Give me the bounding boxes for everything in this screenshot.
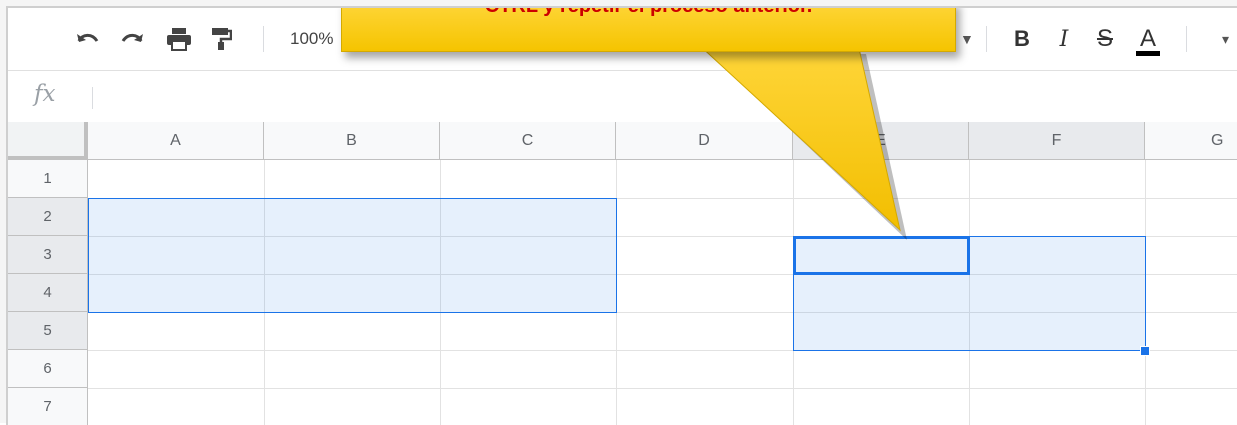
sheet-grid: A B C D E F G 1 2 3 4 5 6 7 [8,122,1237,425]
column-header-d[interactable]: D [616,122,793,160]
row-header-1[interactable]: 1 [8,160,88,198]
screenshot-frame: 100% ▼ B I S A ▾ fx A B C D E F G 1 2 3 … [0,0,1237,425]
row-header-6[interactable]: 6 [8,350,88,388]
undo-icon[interactable] [72,24,104,54]
spreadsheet-app: 100% ▼ B I S A ▾ fx A B C D E F G 1 2 3 … [6,6,1237,425]
strikethrough-button[interactable]: S [1091,24,1119,54]
text-color-swatch [1136,51,1160,56]
chevron-down-icon[interactable]: ▼ [960,24,974,54]
text-color-label: A [1139,25,1156,52]
text-color-button[interactable]: A [1133,24,1163,56]
row-header-2[interactable]: 2 [8,198,88,236]
fx-icon: fx [34,81,56,107]
formula-bar: fx [8,70,1237,123]
fill-handle[interactable] [1140,346,1150,356]
active-cell-e3[interactable] [793,236,970,275]
toolbar-divider [263,26,264,52]
redo-icon[interactable] [116,24,148,54]
formula-input[interactable] [100,71,1237,123]
row-header-3[interactable]: 3 [8,236,88,274]
selection-range-a2-c4[interactable] [88,198,617,313]
column-header-c[interactable]: C [440,122,616,160]
bold-button[interactable]: B [1008,24,1036,54]
chevron-down-icon[interactable]: ▾ [1222,24,1229,54]
column-header-b[interactable]: B [264,122,440,160]
column-header-a[interactable]: A [88,122,264,160]
toolbar-divider [1186,26,1187,52]
select-all-corner[interactable] [8,122,88,160]
column-header-e[interactable]: E [793,122,969,160]
formula-divider [92,87,93,109]
row-header-7[interactable]: 7 [8,388,88,425]
row-header-4[interactable]: 4 [8,274,88,312]
callout-box: CTRL y repetir el proceso anterior. [341,6,956,52]
row-header-5[interactable]: 5 [8,312,88,350]
zoom-select[interactable]: 100% [290,24,333,54]
toolbar-divider [986,26,987,52]
column-header-f[interactable]: F [969,122,1145,160]
paint-format-icon[interactable] [207,24,235,54]
column-header-g[interactable]: G [1145,122,1237,160]
callout-text: CTRL y repetir el proceso anterior. [484,6,813,17]
print-icon[interactable] [163,24,195,54]
grid-line [88,388,1237,389]
italic-button[interactable]: I [1050,24,1078,54]
